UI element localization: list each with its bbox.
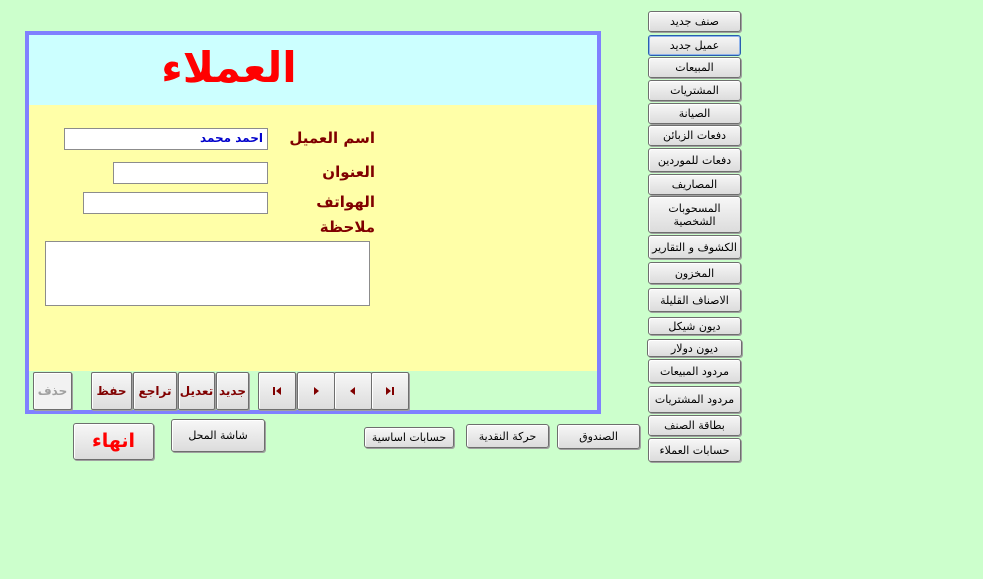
sidebar-item-shekel-debts[interactable]: ديون شيكل: [648, 317, 741, 335]
sidebar-item-new-customer[interactable]: عميل جديد: [648, 35, 741, 56]
cash-movement-button[interactable]: حركة النقدية: [466, 424, 549, 448]
sidebar-item-dollar-debts[interactable]: ديون دولار: [647, 339, 742, 357]
sidebar-item-purchase-returns[interactable]: مردود المشتريات: [648, 386, 741, 413]
previous-record-icon: [350, 387, 355, 395]
next-record-icon: [314, 387, 319, 395]
sidebar-item-inventory[interactable]: المخزون: [648, 262, 741, 284]
sidebar-item-sales-returns[interactable]: مردود المبيعات: [648, 359, 741, 383]
note-label: ملاحظة: [319, 218, 375, 236]
exit-button[interactable]: انهاء: [73, 423, 154, 460]
note-textarea[interactable]: [45, 241, 370, 306]
sidebar-item-customer-accounts[interactable]: حسابات العملاء: [648, 438, 741, 462]
sidebar-item-purchases[interactable]: المشتريات: [648, 80, 741, 101]
delete-button[interactable]: حذف: [33, 372, 72, 410]
form-header: العملاء: [29, 35, 597, 105]
sidebar-item-expenses[interactable]: المصاريف: [648, 174, 741, 195]
shop-screen-button[interactable]: شاشة المحل: [171, 419, 265, 452]
sidebar-item-supplier-payments[interactable]: دفعات للموردين: [648, 148, 741, 172]
sidebar-item-maintenance[interactable]: الصيانة: [648, 103, 741, 124]
basic-accounts-button[interactable]: حسابات اساسية: [364, 427, 454, 448]
save-button[interactable]: حفظ: [91, 372, 132, 410]
new-button[interactable]: جديد: [216, 372, 249, 410]
customers-form: العملاء اسم العميل احمد محمد العنوان اله…: [25, 31, 601, 414]
customer-name-label: اسم العميل: [289, 129, 375, 147]
next-record-button[interactable]: [297, 372, 335, 410]
sidebar-item-statements-reports[interactable]: الكشوف و التقارير: [648, 235, 741, 259]
edit-button[interactable]: تعديل: [178, 372, 215, 410]
undo-button[interactable]: تراجع: [133, 372, 177, 410]
sidebar-item-item-card[interactable]: بطاقة الصنف: [648, 415, 741, 436]
sidebar-item-sales[interactable]: المبيعات: [648, 57, 741, 78]
sidebar-item-customer-payments[interactable]: دفعات الزبائن: [648, 125, 741, 146]
sidebar-item-new-item[interactable]: صنف جديد: [648, 11, 741, 32]
last-record-button[interactable]: [371, 372, 409, 410]
customer-name-input[interactable]: احمد محمد: [64, 128, 268, 150]
address-label: العنوان: [322, 163, 375, 181]
form-title: العملاء: [161, 43, 297, 92]
previous-record-button[interactable]: [334, 372, 372, 410]
first-record-icon: [273, 387, 281, 395]
form-detail: اسم العميل احمد محمد العنوان الهواتف ملا…: [29, 105, 597, 371]
sidebar-item-personal-withdrawals[interactable]: المسحوبات الشخصية: [648, 196, 741, 233]
sidebar-item-low-stock[interactable]: الاصناف القليلة: [648, 288, 741, 312]
phones-input[interactable]: [83, 192, 268, 214]
cashbox-button[interactable]: الصندوق: [557, 424, 640, 449]
address-input[interactable]: [113, 162, 268, 184]
last-record-icon: [386, 387, 394, 395]
phones-label: الهواتف: [316, 193, 375, 211]
first-record-button[interactable]: [258, 372, 296, 410]
